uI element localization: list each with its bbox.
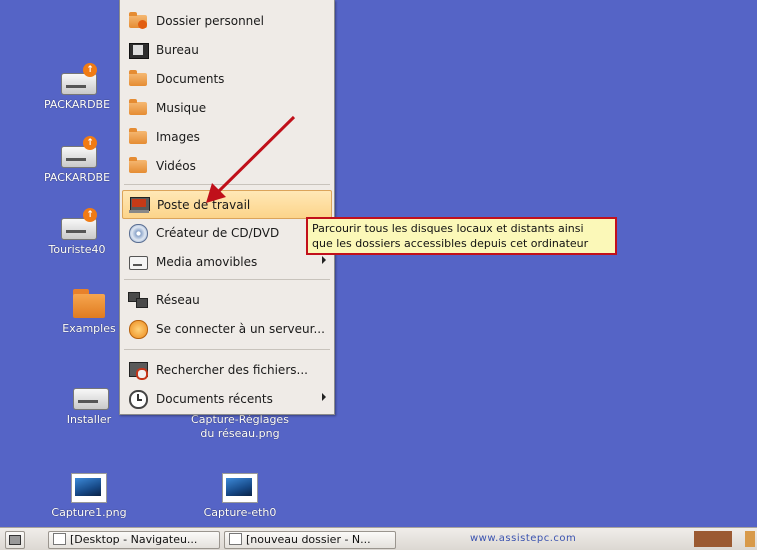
taskbar-window-nouveau-dossier[interactable]: [nouveau dossier - N...: [224, 531, 396, 549]
taskbar-window-navigateur[interactable]: [Desktop - Navigateu...: [48, 531, 220, 549]
workspace-switcher[interactable]: [694, 531, 732, 547]
annotation-arrow: [206, 115, 296, 203]
taskbar: [Desktop - Navigateu... [nouveau dossier…: [0, 527, 757, 550]
window-icon: [229, 533, 242, 545]
window-icon: [53, 533, 66, 545]
trash-icon[interactable]: [745, 531, 755, 547]
taskbar-window-label: [Desktop - Navigateu...: [70, 533, 198, 546]
watermark: www.assistepc.com: [470, 533, 577, 544]
taskbar-window-label: [nouveau dossier - N...: [246, 533, 371, 546]
tooltip-line: Parcourir tous les disques locaux et dis…: [312, 222, 584, 235]
tooltip: Parcourir tous les disques locaux et dis…: [306, 217, 617, 255]
show-desktop-button[interactable]: [5, 531, 25, 549]
tooltip-line: que les dossiers accessibles depuis cet …: [312, 237, 589, 250]
